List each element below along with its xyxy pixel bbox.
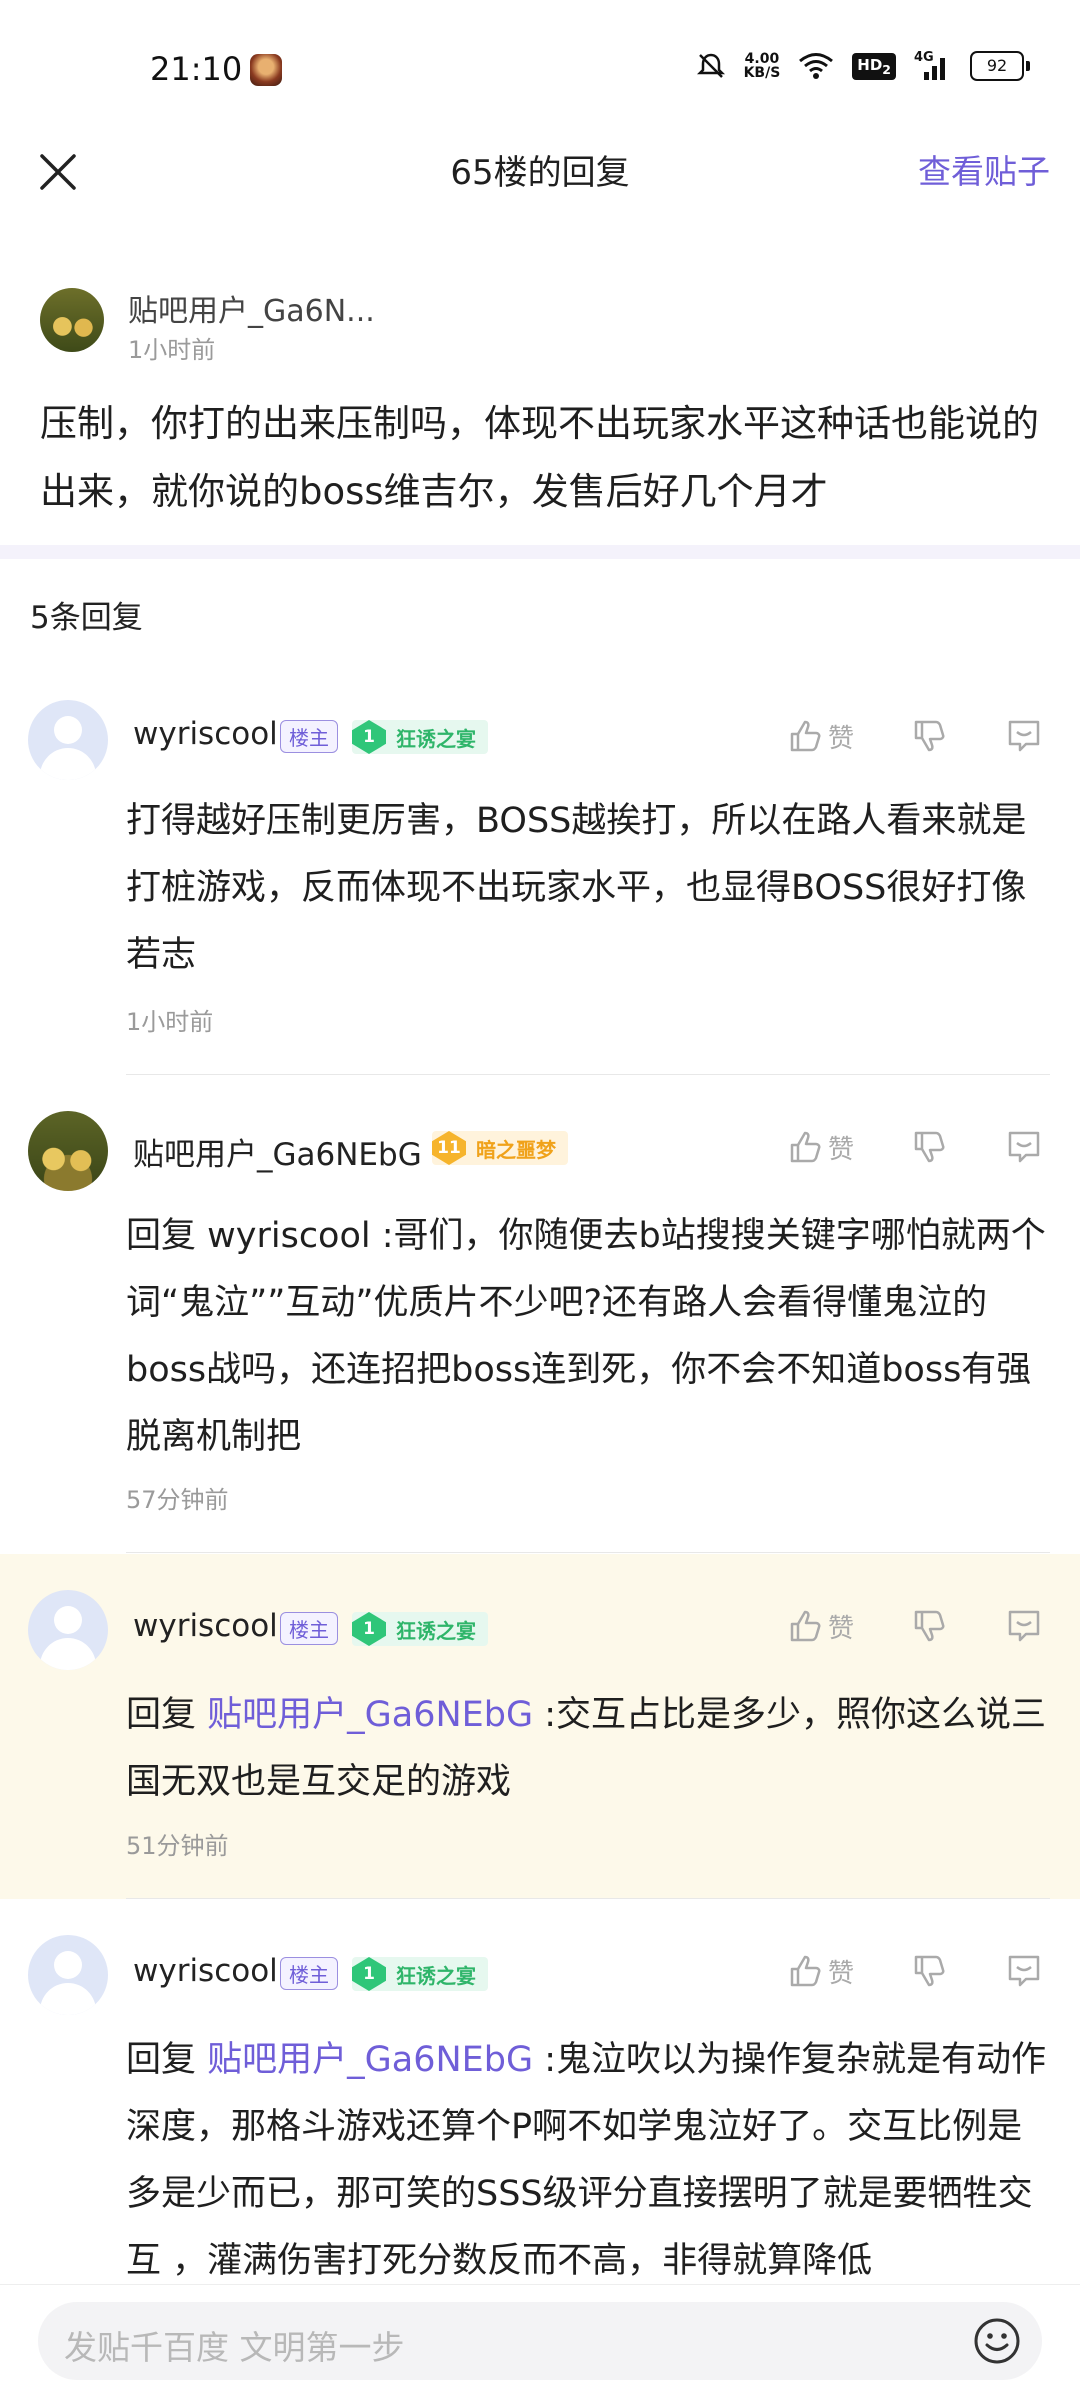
list-item: wyriscool 楼主 1 狂诱之宴 赞 打得越好压制更厉害，BOSS越挨打，… — [0, 680, 1080, 1075]
list-item: wyriscool 楼主 1 狂诱之宴 赞 回复 贴吧用户_Ga6NEbG :交… — [0, 1554, 1080, 1899]
avatar[interactable] — [28, 1590, 108, 1670]
comment-time: 57分钟前 — [126, 1486, 229, 1514]
hd-voice-badge: HD2 — [852, 52, 896, 80]
signal-icon — [924, 58, 945, 80]
list-item: wyriscool 楼主 1 狂诱之宴 赞 回复 贴吧用户_Ga6NEbG :鬼… — [0, 1899, 1080, 2284]
battery-indicator: 92 — [970, 51, 1030, 81]
op-content: 压制，你打的出来压制吗，体现不出玩家水平这种话也能说的出来，就你说的boss维吉… — [40, 402, 1039, 513]
comment-actions: 赞 — [788, 1951, 1044, 1991]
op-badge: 楼主 — [280, 1612, 338, 1645]
speed-unit: KB/S — [743, 65, 781, 81]
level-name: 狂诱之宴 — [396, 1618, 476, 1643]
like-label: 赞 — [827, 1613, 854, 1644]
avatar[interactable] — [28, 1111, 108, 1191]
reply-icon[interactable] — [1004, 716, 1044, 756]
thumbs-down-icon[interactable] — [912, 1608, 948, 1644]
op-timestamp: 1小时前 — [128, 336, 216, 364]
comment-actions: 赞 — [788, 1606, 1044, 1646]
level-name: 狂诱之宴 — [396, 1963, 476, 1988]
level-name: 狂诱之宴 — [396, 726, 476, 751]
like-label: 赞 — [827, 1134, 854, 1165]
thumbs-down-icon[interactable] — [912, 1129, 948, 1165]
divider — [126, 1552, 1050, 1553]
reply-icon[interactable] — [1004, 1127, 1044, 1167]
thumbs-up-icon — [790, 1610, 821, 1642]
op-username[interactable]: 贴吧用户_Ga6N... — [128, 286, 375, 330]
level-badge: 1 狂诱之宴 — [352, 1957, 488, 1991]
mention-link[interactable]: 贴吧用户_Ga6NEbG — [207, 2040, 533, 2080]
section-divider — [0, 545, 1080, 559]
thumbs-up-icon — [790, 720, 821, 752]
list-item: 贴吧用户_Ga6NEbG 11 暗之噩梦 赞 回复 wyriscool :哥们，… — [0, 1075, 1080, 1553]
comment-time: 1小时前 — [126, 1008, 214, 1036]
hd-sub: 2 — [882, 61, 891, 77]
wifi-icon — [799, 53, 834, 79]
like-button[interactable]: 赞 — [788, 1953, 854, 1990]
level-name: 暗之噩梦 — [476, 1137, 556, 1162]
mute-bell-icon — [696, 53, 725, 78]
reply-icon[interactable] — [1004, 1951, 1044, 1991]
avatar[interactable] — [40, 288, 104, 352]
status-time: 21:10 — [150, 50, 243, 88]
cellular-signal: 4G — [914, 50, 952, 82]
reply-icon[interactable] — [1004, 1606, 1044, 1646]
op-badge: 楼主 — [280, 720, 338, 753]
hd-label: HD — [857, 55, 883, 74]
view-post-link[interactable]: 查看贴子 — [918, 145, 1050, 193]
thumbs-up-icon — [790, 1955, 821, 1987]
status-icons: 4.00 KB/S HD2 4G 92 — [696, 50, 1030, 82]
level-gem-icon: 1 — [352, 720, 386, 754]
thumbs-down-icon[interactable] — [912, 718, 948, 754]
comment-text: 回复 wyriscool :哥们，你随便去b站搜搜关键字哪怕就两个词“鬼泣””互… — [126, 1216, 1046, 1457]
comment-text: 回复 贴吧用户_Ga6NEbG :交互占比是多少，照你这么说三国无双也是互交足的… — [126, 1682, 1048, 1816]
username[interactable]: wyriscool — [133, 1953, 278, 1989]
comment-actions: 赞 — [788, 716, 1044, 756]
avatar[interactable] — [28, 700, 108, 780]
like-button[interactable]: 赞 — [788, 718, 854, 755]
reply-prefix: 回复 — [126, 1695, 208, 1735]
emoji-icon[interactable] — [972, 2316, 1022, 2366]
op-badge: 楼主 — [280, 1957, 338, 1990]
network-speed: 4.00 KB/S — [744, 52, 781, 80]
reply-count: 5条回复 — [30, 600, 143, 636]
comment-text: 回复 贴吧用户_Ga6NEbG :鬼泣吹以为操作复杂就是有动作深度，那格斗游戏还… — [126, 2027, 1048, 2284]
comment-time: 51分钟前 — [126, 1832, 229, 1860]
like-button[interactable]: 赞 — [788, 1129, 854, 1166]
comment-actions: 赞 — [788, 1127, 1044, 1167]
level-badge: 1 狂诱之宴 — [352, 720, 488, 754]
username[interactable]: wyriscool — [133, 1608, 278, 1644]
level-gem-icon: 11 — [432, 1131, 466, 1165]
username[interactable]: 贴吧用户_Ga6NEbG — [133, 1129, 422, 1174]
level-badge: 11 暗之噩梦 — [432, 1131, 568, 1165]
thumbs-down-icon[interactable] — [912, 1953, 948, 1989]
username[interactable]: wyriscool — [133, 716, 278, 752]
like-label: 赞 — [827, 1958, 854, 1989]
level-gem-icon: 1 — [352, 1957, 386, 1991]
speed-value: 4.00 — [744, 51, 780, 67]
reply-prefix: 回复 — [126, 2040, 208, 2080]
comment-text: 打得越好压制更厉害，BOSS越挨打，所以在路人看来就是打桩游戏，反而体现不出玩家… — [126, 801, 1027, 975]
thumbs-up-icon — [790, 1131, 821, 1163]
like-button[interactable]: 赞 — [788, 1608, 854, 1645]
mention-link[interactable]: 贴吧用户_Ga6NEbG — [207, 1695, 533, 1735]
level-gem-icon: 1 — [352, 1612, 386, 1646]
reply-input-placeholder[interactable]: 发贴千百度 文明第一步 — [64, 2321, 405, 2369]
game-app-icon — [250, 54, 282, 86]
status-bar: 21:10 4.00 KB/S HD2 4G 92 — [0, 0, 1080, 140]
avatar[interactable] — [28, 1935, 108, 2015]
level-badge: 1 狂诱之宴 — [352, 1612, 488, 1646]
like-label: 赞 — [827, 723, 854, 754]
